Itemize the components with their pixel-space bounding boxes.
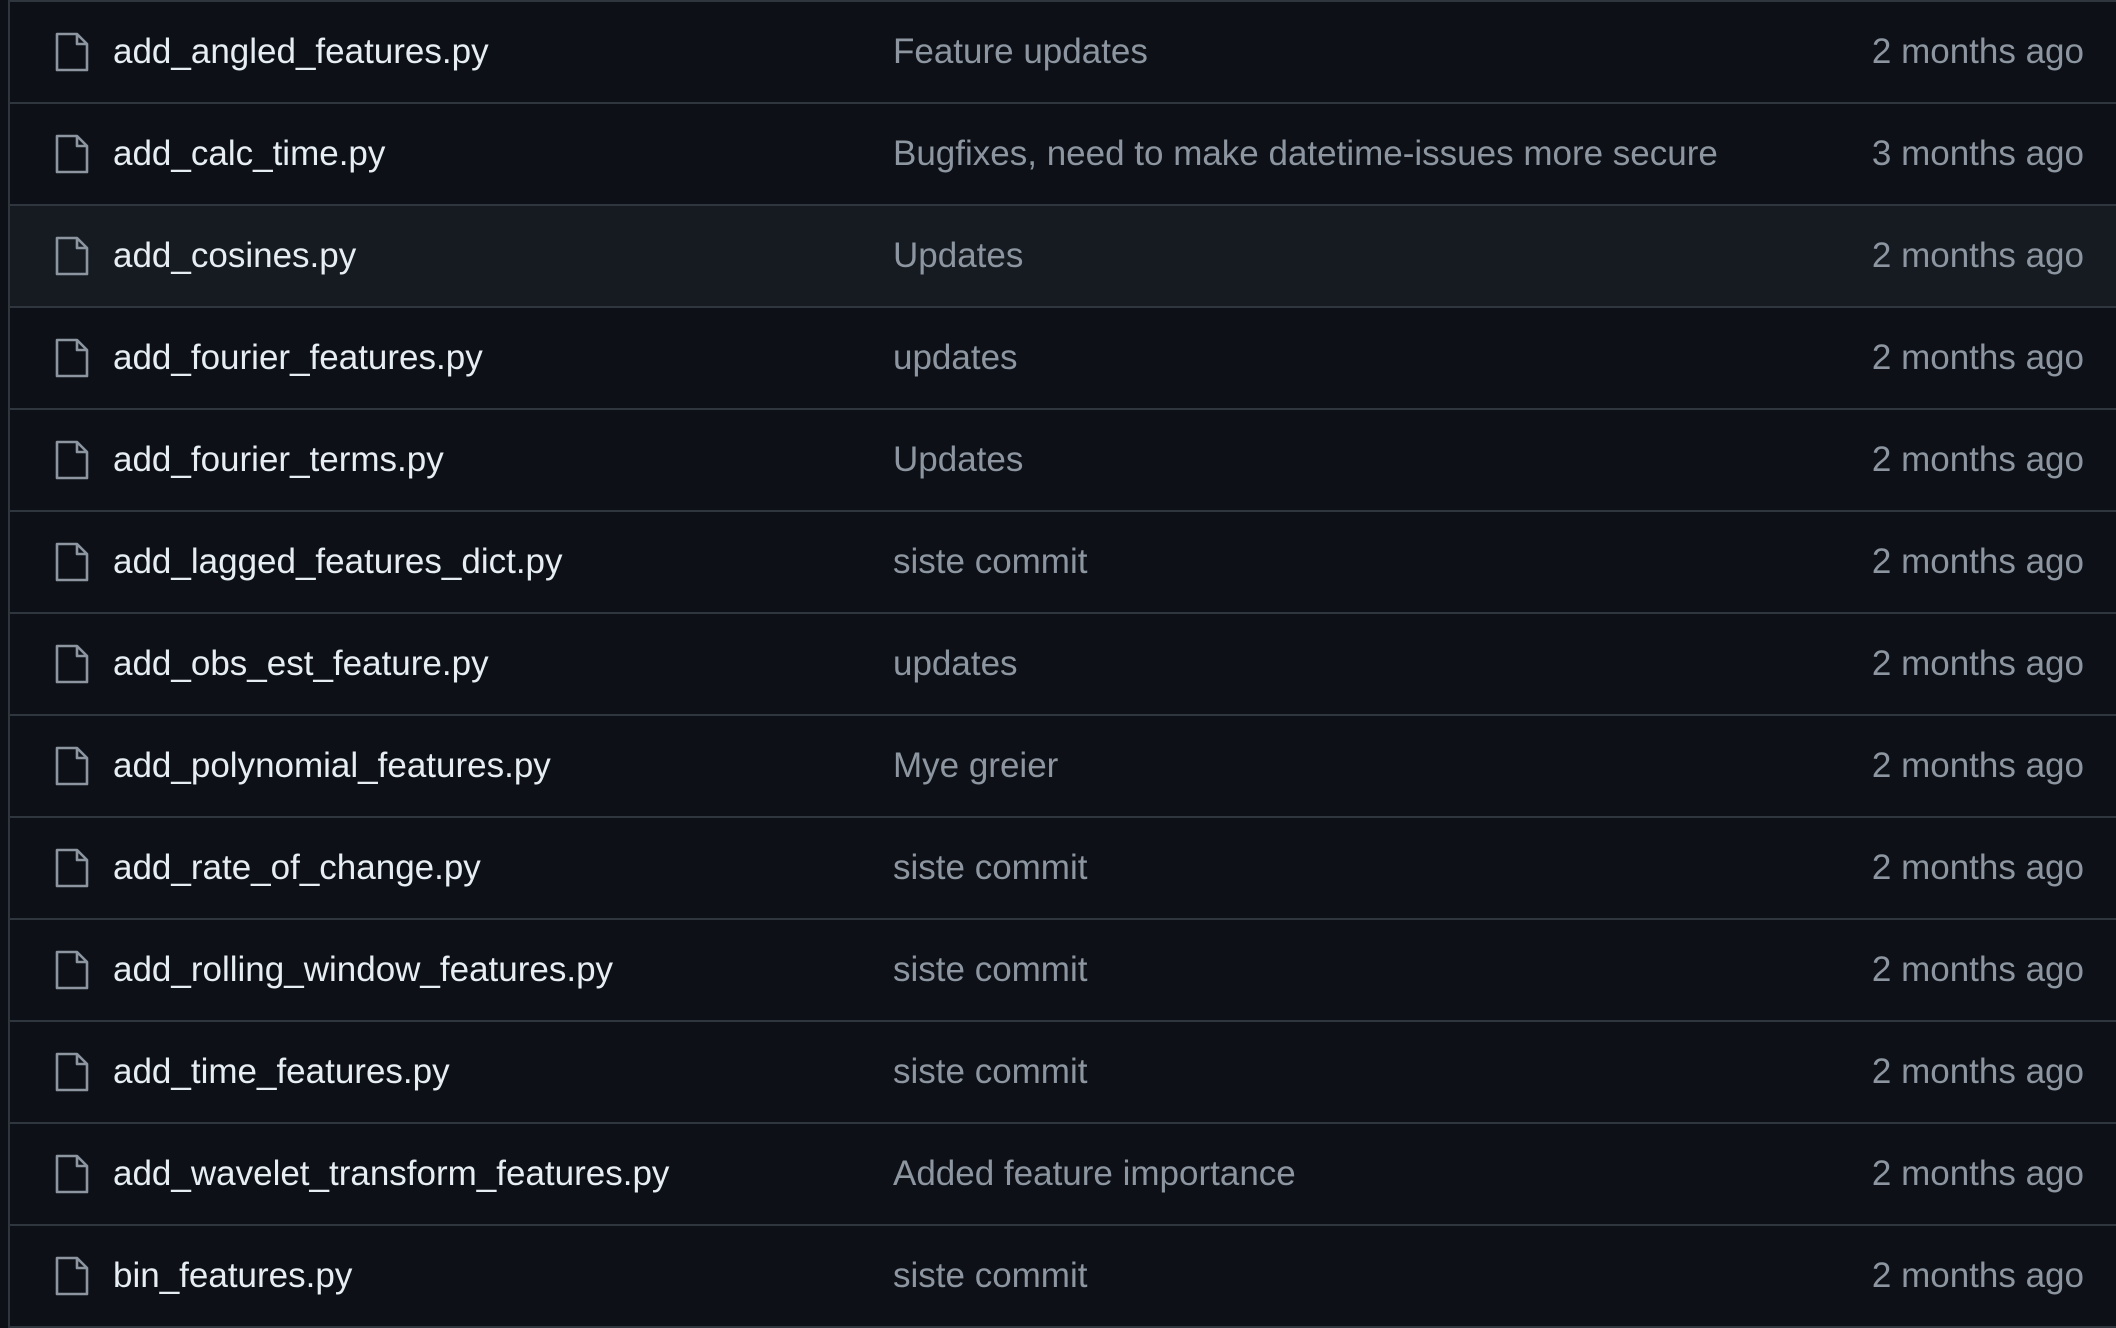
file-row[interactable]: add_cosines.py Updates 2 months ago bbox=[10, 206, 2116, 308]
file-name-link[interactable]: add_polynomial_features.py bbox=[113, 746, 551, 786]
commit-message-link[interactable]: siste commit bbox=[893, 848, 1087, 888]
file-row[interactable]: add_angled_features.py Feature updates 2… bbox=[10, 2, 2116, 104]
file-row[interactable]: bin_features.py siste commit 2 months ag… bbox=[10, 1226, 2116, 1328]
file-row[interactable]: add_calc_time.py Bugfixes, need to make … bbox=[10, 104, 2116, 206]
commit-age: 2 months ago bbox=[1871, 338, 2084, 377]
file-icon bbox=[54, 950, 90, 990]
file-row[interactable]: add_rate_of_change.py siste commit 2 mon… bbox=[10, 818, 2116, 920]
commit-message-link[interactable]: siste commit bbox=[893, 950, 1087, 990]
file-icon bbox=[54, 236, 90, 276]
file-icon bbox=[54, 440, 90, 480]
commit-message-link[interactable]: Bugfixes, need to make datetime-issues m… bbox=[893, 134, 1718, 174]
file-row[interactable]: add_obs_est_feature.py updates 2 months … bbox=[10, 614, 2116, 716]
commit-message-link[interactable]: siste commit bbox=[893, 1052, 1087, 1092]
file-list-table: add_angled_features.py Feature updates 2… bbox=[8, 0, 2116, 1328]
file-icon bbox=[54, 848, 90, 888]
file-name-link[interactable]: add_lagged_features_dict.py bbox=[113, 542, 563, 582]
commit-age: 2 months ago bbox=[1871, 746, 2084, 785]
file-name-link[interactable]: add_obs_est_feature.py bbox=[113, 644, 489, 684]
file-row[interactable]: add_rolling_window_features.py siste com… bbox=[10, 920, 2116, 1022]
file-row[interactable]: add_fourier_features.py updates 2 months… bbox=[10, 308, 2116, 410]
commit-message-link[interactable]: Updates bbox=[893, 440, 1023, 480]
file-name-link[interactable]: add_fourier_terms.py bbox=[113, 440, 444, 480]
commit-age: 2 months ago bbox=[1871, 848, 2084, 887]
file-name-link[interactable]: add_fourier_features.py bbox=[113, 338, 483, 378]
file-name-link[interactable]: add_cosines.py bbox=[113, 236, 356, 276]
file-name-link[interactable]: add_calc_time.py bbox=[113, 134, 385, 174]
commit-message-link[interactable]: Updates bbox=[893, 236, 1023, 276]
commit-age: 2 months ago bbox=[1871, 950, 2084, 989]
commit-message-link[interactable]: Mye greier bbox=[893, 746, 1058, 786]
commit-message-link[interactable]: updates bbox=[893, 338, 1018, 378]
commit-age: 2 months ago bbox=[1871, 1256, 2084, 1295]
commit-message-link[interactable]: updates bbox=[893, 644, 1018, 684]
file-icon bbox=[54, 1256, 90, 1296]
file-icon bbox=[54, 542, 90, 582]
file-name-link[interactable]: add_time_features.py bbox=[113, 1052, 450, 1092]
commit-age: 3 months ago bbox=[1871, 134, 2084, 173]
file-name-link[interactable]: add_wavelet_transform_features.py bbox=[113, 1154, 669, 1194]
commit-age: 2 months ago bbox=[1871, 236, 2084, 275]
file-name-link[interactable]: bin_features.py bbox=[113, 1256, 352, 1296]
file-icon bbox=[54, 1154, 90, 1194]
file-name-link[interactable]: add_rate_of_change.py bbox=[113, 848, 481, 888]
file-icon bbox=[54, 644, 90, 684]
file-row[interactable]: add_polynomial_features.py Mye greier 2 … bbox=[10, 716, 2116, 818]
commit-message-link[interactable]: Added feature importance bbox=[893, 1154, 1296, 1194]
commit-age: 2 months ago bbox=[1871, 1154, 2084, 1193]
file-row[interactable]: add_wavelet_transform_features.py Added … bbox=[10, 1124, 2116, 1226]
file-row[interactable]: add_lagged_features_dict.py siste commit… bbox=[10, 512, 2116, 614]
file-icon bbox=[54, 32, 90, 72]
file-name-link[interactable]: add_angled_features.py bbox=[113, 32, 489, 72]
commit-message-link[interactable]: siste commit bbox=[893, 1256, 1087, 1296]
commit-age: 2 months ago bbox=[1871, 440, 2084, 479]
file-icon bbox=[54, 338, 90, 378]
commit-message-link[interactable]: siste commit bbox=[893, 542, 1087, 582]
file-icon bbox=[54, 1052, 90, 1092]
commit-age: 2 months ago bbox=[1871, 542, 2084, 581]
file-row[interactable]: add_fourier_terms.py Updates 2 months ag… bbox=[10, 410, 2116, 512]
file-icon bbox=[54, 134, 90, 174]
commit-message-link[interactable]: Feature updates bbox=[893, 32, 1148, 72]
commit-age: 2 months ago bbox=[1871, 32, 2084, 71]
file-row[interactable]: add_time_features.py siste commit 2 mont… bbox=[10, 1022, 2116, 1124]
commit-age: 2 months ago bbox=[1871, 1052, 2084, 1091]
file-name-link[interactable]: add_rolling_window_features.py bbox=[113, 950, 613, 990]
file-icon bbox=[54, 746, 90, 786]
commit-age: 2 months ago bbox=[1871, 644, 2084, 683]
